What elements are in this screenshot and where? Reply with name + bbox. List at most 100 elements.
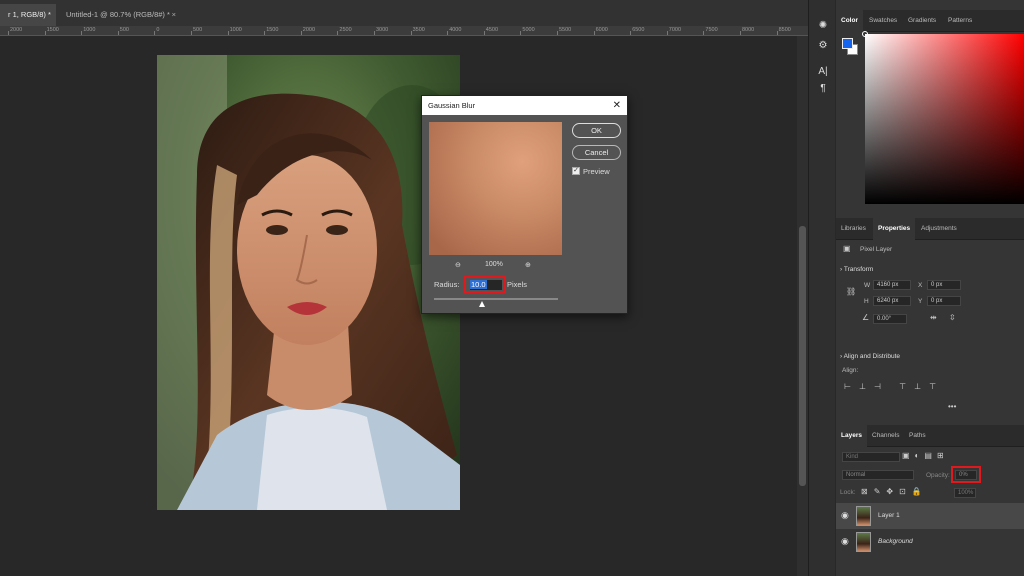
zoom-in-icon[interactable]: ⊕ xyxy=(525,261,531,269)
zoom-out-icon[interactable]: ⊖ xyxy=(455,261,461,269)
tab-properties[interactable]: Properties xyxy=(873,218,916,240)
angle-icon: ∠ xyxy=(862,313,870,322)
w-label: W xyxy=(864,282,871,289)
height-field[interactable]: 6240 px xyxy=(873,296,911,306)
tab-layers[interactable]: Layers xyxy=(836,425,867,447)
lock-icon[interactable]: ⊠✎✥⊡🔒 xyxy=(861,487,928,496)
radius-input[interactable]: 10.0 xyxy=(470,280,502,290)
ruler-tick xyxy=(154,31,156,35)
vertical-scrollbar[interactable] xyxy=(797,36,808,576)
tab-adjustments[interactable]: Adjustments xyxy=(916,218,962,240)
tab-patterns[interactable]: Patterns xyxy=(943,10,977,32)
layer-name: Background xyxy=(878,538,913,545)
width-field[interactable]: 4160 px xyxy=(873,280,911,290)
ruler-tick xyxy=(264,31,266,35)
right-panel: Color Swatches Gradients Patterns Librar… xyxy=(836,0,1024,576)
ruler-label: 500 xyxy=(193,27,203,33)
ruler-label: 2000 xyxy=(302,27,316,33)
close-icon[interactable]: ✕ xyxy=(613,96,621,115)
close-icon[interactable]: × xyxy=(172,4,176,26)
x-label: X xyxy=(918,282,923,289)
preview-checkbox[interactable]: ✓ xyxy=(572,167,580,175)
ruler-label: 4000 xyxy=(449,27,462,33)
layer-kind-filter[interactable]: Kind xyxy=(842,452,900,462)
adjust-icon[interactable]: ⚙ xyxy=(816,40,830,54)
layer-thumbnail xyxy=(856,506,871,526)
align-title: › Align and Distribute xyxy=(840,353,900,360)
tab-libraries[interactable]: Libraries xyxy=(836,218,871,240)
x-field[interactable]: 0 px xyxy=(927,280,961,290)
tab-untitled-1[interactable]: Untitled-1 @ 80.7% (RGB/8#) * × xyxy=(58,4,182,26)
color-picker-field[interactable] xyxy=(865,34,1024,204)
color-picker-cursor[interactable] xyxy=(862,31,868,37)
ruler-tick xyxy=(191,31,192,35)
filter-icons[interactable]: ▣◐▤⊞ xyxy=(902,451,949,460)
blend-mode-select[interactable]: Normal xyxy=(842,470,914,480)
y-label: Y xyxy=(918,298,923,305)
ruler-label: 2500 xyxy=(339,27,352,33)
ruler-tick xyxy=(374,31,375,35)
tab-label: r 1, RGB/8) * xyxy=(8,10,51,19)
ruler-label: 3500 xyxy=(412,27,425,33)
tab-swatches[interactable]: Swatches xyxy=(864,10,902,32)
ruler-tick xyxy=(593,31,595,35)
layer-row-background[interactable]: ◉ Background xyxy=(836,529,1024,555)
align-label: Align: xyxy=(842,367,859,374)
tab-channels[interactable]: Channels xyxy=(867,425,904,447)
ruler-label: 6500 xyxy=(632,27,645,33)
radius-slider-handle[interactable] xyxy=(479,301,485,307)
ruler-label: 0 xyxy=(156,27,160,33)
align-icons[interactable]: ⊢⊥⊣ ⊤⊥⊤ xyxy=(844,382,944,391)
tab-layer1-doc[interactable]: r 1, RGB/8) * xyxy=(0,4,56,26)
ruler-tick xyxy=(337,31,339,35)
pixel-layer-label: Pixel Layer xyxy=(860,246,893,253)
foreground-color-swatch[interactable] xyxy=(842,38,853,49)
blur-preview[interactable] xyxy=(429,122,562,255)
lock-label: Lock: xyxy=(840,489,856,496)
y-field[interactable]: 0 px xyxy=(927,296,961,306)
ruler-tick xyxy=(703,31,705,35)
type-tool-icon[interactable]: A| xyxy=(816,66,830,80)
h-label: H xyxy=(864,298,869,305)
ruler-label: 1000 xyxy=(229,27,242,33)
link-icon[interactable]: ⛓ xyxy=(846,287,856,296)
dialog-title: Gaussian Blur xyxy=(428,101,476,110)
eye-icon[interactable]: ◉ xyxy=(841,536,849,547)
ruler-tick xyxy=(81,31,83,35)
document-tab-bar: r 1, RGB/8) * Untitled-1 @ 80.7% (RGB/8#… xyxy=(0,0,808,26)
ruler-tick xyxy=(117,31,119,35)
layer-thumbnail xyxy=(856,532,871,552)
layer-row-layer1[interactable]: ◉ Layer 1 xyxy=(836,503,1024,529)
ruler-label: 8500 xyxy=(778,27,791,33)
ruler-tick xyxy=(557,31,558,35)
panel-toolstrip: ✺ ⚙ A| ¶ xyxy=(808,0,835,576)
gaussian-blur-dialog: Gaussian Blur ✕ ⊖ 100% ⊕ OK Cancel ✓ Pre… xyxy=(421,95,628,314)
zoom-level: 100% xyxy=(485,261,503,268)
ok-button[interactable]: OK xyxy=(572,123,621,138)
tab-gradients[interactable]: Gradients xyxy=(903,10,941,32)
flip-horizontal-icon[interactable]: ⇹ xyxy=(930,313,937,322)
ruler-tick xyxy=(300,31,302,35)
paragraph-icon[interactable]: ¶ xyxy=(816,83,830,97)
scrollbar-thumb[interactable] xyxy=(799,226,806,486)
brush-icon[interactable]: ✺ xyxy=(816,20,830,34)
canvas-area[interactable] xyxy=(0,36,808,576)
ruler-label: 7500 xyxy=(705,27,718,33)
dialog-title-bar: Gaussian Blur ✕ xyxy=(422,96,627,115)
tab-paths[interactable]: Paths xyxy=(904,425,931,447)
ruler-label: 2000 xyxy=(10,27,23,33)
ruler-label: 5000 xyxy=(522,27,535,33)
ruler-label: 1000 xyxy=(83,27,96,33)
fill-field[interactable]: 100% xyxy=(954,488,976,498)
ruler-label: 8000 xyxy=(742,27,755,33)
radius-unit: Pixels xyxy=(507,280,528,289)
tab-color[interactable]: Color xyxy=(836,10,863,32)
eye-icon[interactable]: ◉ xyxy=(841,510,849,521)
radius-slider-track[interactable] xyxy=(434,298,558,300)
more-options-icon[interactable]: ••• xyxy=(948,402,956,411)
angle-field[interactable]: 0.00° xyxy=(873,314,907,324)
cancel-button[interactable]: Cancel xyxy=(572,145,621,160)
ruler-tick xyxy=(740,31,741,35)
flip-vertical-icon[interactable]: ⇳ xyxy=(949,313,956,322)
ruler-label: 1500 xyxy=(266,27,279,33)
